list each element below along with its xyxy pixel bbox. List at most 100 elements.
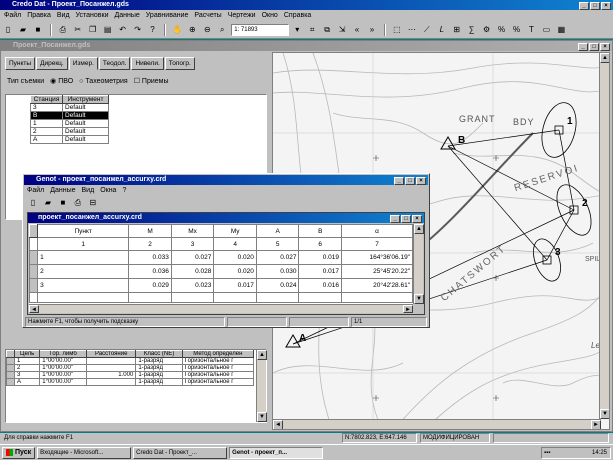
minimize-icon[interactable]: _ [390, 215, 400, 223]
column-header[interactable]: Mx [170, 224, 215, 238]
select-rect-icon[interactable]: ⬚ [391, 24, 403, 36]
genot-menu-item-1[interactable]: Данные [50, 187, 75, 194]
new-file-icon[interactable]: ▯ [2, 24, 14, 36]
minimize-icon[interactable]: _ [578, 43, 588, 51]
column-header[interactable]: Пункт [37, 224, 130, 238]
print-icon[interactable]: ⎙ [57, 24, 69, 36]
pan-icon[interactable]: ✋ [171, 24, 183, 36]
genot-child-titlebar[interactable]: проект_посанжел_accurxy.crd _ □ × [28, 213, 424, 223]
scroll-down-icon[interactable]: ▼ [414, 294, 424, 304]
scale-input[interactable]: 1: 71893 [231, 24, 290, 36]
tab-1[interactable]: Дирекц. [36, 57, 68, 70]
open-folder-icon[interactable]: ▰ [17, 24, 29, 36]
forward-icon[interactable]: » [366, 24, 378, 36]
menu-item-8[interactable]: Окно [262, 12, 278, 19]
column-header[interactable]: Гор. лимб [39, 350, 88, 358]
row-indicator[interactable] [6, 357, 15, 365]
scroll-left-icon[interactable]: ◄ [273, 420, 283, 429]
fit-icon[interactable]: ⇲ [336, 24, 348, 36]
genot-menu-item-4[interactable]: ? [122, 187, 126, 194]
back-icon[interactable]: « [351, 24, 363, 36]
cut-icon[interactable]: ✂ [72, 24, 84, 36]
print-preview-icon[interactable]: ⎙ [72, 197, 84, 209]
column-header[interactable]: Класс (NE) [135, 350, 183, 358]
polyline-icon[interactable]: ⟋ [421, 24, 433, 36]
map-scrollbar-horizontal[interactable]: ◄ ► [273, 419, 601, 429]
column-header[interactable]: Расстояние [86, 350, 137, 358]
menu-item-7[interactable]: Чертежи [228, 12, 256, 19]
row-indicator[interactable] [6, 371, 15, 379]
genot-titlebar[interactable]: Genot - проект_посанжел_accurxy.crd _ □ × [24, 175, 428, 185]
undo-icon[interactable]: ↶ [117, 24, 129, 36]
menu-item-4[interactable]: Данные [115, 12, 140, 19]
table-row[interactable]: 2 1°00'00.00" 1-разряд Горизонтальное г [6, 364, 255, 372]
table-row[interactable]: 1 1°00'00.00" 1-разряд Горизонтальное г [6, 357, 255, 365]
close-icon[interactable]: × [601, 2, 611, 10]
restore-icon[interactable]: □ [589, 43, 599, 51]
adjust-icon[interactable]: ⚙ [481, 24, 493, 36]
minimize-icon[interactable]: _ [394, 177, 404, 185]
tab-5[interactable]: Топогр. [164, 57, 195, 70]
genot-menu-item-0[interactable]: Файл [27, 187, 44, 194]
menu-item-3[interactable]: Установки [76, 12, 109, 19]
app-titlebar[interactable]: Credo Dat - Проект_Посанжел.gds _ □ × [0, 0, 613, 10]
close-icon[interactable]: × [600, 43, 610, 51]
column-header[interactable]: B [298, 224, 343, 238]
table-row[interactable]: 2 0.036 0.028 0.020 0.030 0.017 25°45'20.22" [29, 264, 413, 279]
text-tool-icon[interactable]: 𝐿 [436, 24, 448, 36]
box-icon[interactable]: ▭ [540, 24, 552, 36]
radio-sets[interactable]: ☐ Приемы [134, 77, 169, 87]
table-row[interactable]: A 1°00'00.00" 1-разряд Горизонтальное г [6, 378, 255, 386]
table-row[interactable]: 1 0.033 0.027 0.020 0.027 0.019 164°36'06.19" [29, 250, 413, 265]
column-header[interactable]: Метод определен [181, 350, 255, 358]
zoom-out-icon[interactable]: ⊖ [201, 24, 213, 36]
grid-icon[interactable]: ⌗ [306, 24, 318, 36]
copy-icon[interactable]: ❐ [87, 24, 99, 36]
help-icon[interactable]: ? [147, 24, 159, 36]
column-header[interactable]: α [341, 224, 413, 238]
accuracy-hscroll[interactable]: ◄ ► [29, 304, 413, 313]
genot-menu-item-2[interactable]: Вид [82, 187, 95, 194]
print-icon[interactable]: ⊟ [87, 197, 99, 209]
save-icon[interactable]: ■ [32, 24, 44, 36]
text-icon[interactable]: T [525, 24, 537, 36]
tab-2[interactable]: Измер. [68, 57, 98, 70]
radio-pvo[interactable]: ◉ ПВО [50, 77, 73, 87]
close-icon[interactable]: × [412, 215, 422, 223]
scroll-right-icon[interactable]: ► [591, 420, 601, 429]
chart-icon[interactable]: ▦ [555, 24, 567, 36]
snap-icon[interactable]: ⋯ [406, 24, 418, 36]
row-indicator[interactable] [29, 264, 39, 279]
menu-item-2[interactable]: Вид [57, 12, 70, 19]
table-row[interactable]: A Default [30, 135, 109, 144]
paste-icon[interactable]: ▤ [102, 24, 114, 36]
new-file-icon[interactable]: ▯ [27, 197, 39, 209]
accuracy-scrollbar[interactable]: ▲ ▼ [413, 224, 424, 304]
table-row[interactable]: 1 Default [30, 119, 109, 128]
menu-item-1[interactable]: Правка [27, 12, 51, 19]
menu-item-9[interactable]: Справка [284, 12, 311, 19]
column-header[interactable]: Станция [30, 95, 63, 104]
taskbar-item-credo[interactable]: Credo Dat - Проект_... [133, 446, 228, 459]
row-indicator[interactable] [6, 364, 15, 372]
table-icon[interactable]: ⊞ [451, 24, 463, 36]
table-row[interactable]: 2 Default [30, 127, 109, 136]
scroll-left-icon[interactable]: ◄ [29, 305, 39, 313]
scroll-up-icon[interactable]: ▲ [257, 350, 267, 360]
goal-scrollbar[interactable]: ▲ ▼ [256, 350, 267, 422]
taskbar-item-genot[interactable]: Genot - проект_п... [229, 446, 324, 459]
column-header[interactable]: Инструмент [62, 95, 109, 104]
menu-item-5[interactable]: Уравнивание [146, 12, 189, 19]
table-row[interactable]: B Default [30, 111, 109, 120]
compute-icon[interactable]: ∑ [466, 24, 478, 36]
restore-icon[interactable]: □ [405, 177, 415, 185]
map-scrollbar-vertical[interactable]: ▲ ▼ [599, 53, 609, 419]
menu-item-0[interactable]: Файл [4, 12, 21, 19]
column-header[interactable]: Цель [13, 350, 41, 358]
row-indicator[interactable] [6, 378, 15, 386]
table-row[interactable]: 3 1°00'00.00" 1.000 1-разряд Горизонтальное … [6, 371, 255, 379]
scale-dropdown-icon[interactable]: ▾ [291, 24, 303, 36]
scroll-up-icon[interactable]: ▲ [414, 224, 424, 234]
tab-4[interactable]: Нивели. [131, 57, 164, 70]
minimize-icon[interactable]: _ [579, 2, 589, 10]
